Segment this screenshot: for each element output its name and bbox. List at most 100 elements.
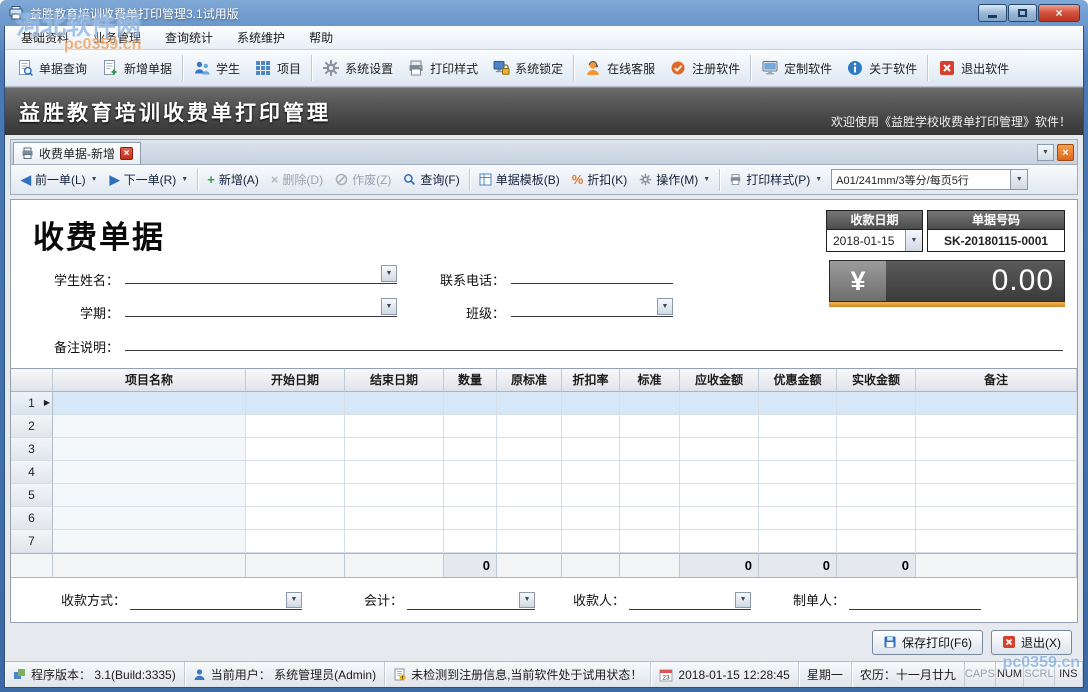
grid-cell[interactable] bbox=[562, 530, 620, 553]
delete-row-button[interactable]: × 删除(D) bbox=[265, 168, 329, 191]
class-input[interactable] bbox=[511, 297, 673, 315]
grid-cell[interactable] bbox=[497, 438, 562, 461]
grid-cell[interactable] bbox=[916, 530, 1077, 553]
pay-method-input[interactable] bbox=[130, 591, 302, 608]
toolbar-exit[interactable]: 退出软件 bbox=[931, 54, 1016, 82]
grid-cell[interactable] bbox=[916, 461, 1077, 484]
grid-cell[interactable] bbox=[759, 507, 837, 530]
grid-cell[interactable] bbox=[53, 461, 246, 484]
toolbar-students[interactable]: 学生 bbox=[186, 54, 247, 82]
grid-cell[interactable] bbox=[837, 392, 916, 415]
grid-cell[interactable] bbox=[246, 484, 345, 507]
grid-cell[interactable] bbox=[837, 461, 916, 484]
void-doc-button[interactable]: 作废(Z) bbox=[329, 168, 397, 191]
grid-cell[interactable] bbox=[497, 484, 562, 507]
grid-cell[interactable] bbox=[837, 415, 916, 438]
grid-cell[interactable] bbox=[345, 438, 444, 461]
add-row-button[interactable]: + 新增(A) bbox=[201, 168, 265, 191]
grid-cell[interactable] bbox=[497, 392, 562, 415]
grid-cell[interactable] bbox=[620, 415, 680, 438]
grid-cell[interactable] bbox=[680, 461, 759, 484]
grid-cell[interactable] bbox=[916, 415, 1077, 438]
grid-cell[interactable] bbox=[759, 392, 837, 415]
grid-cell[interactable] bbox=[53, 392, 246, 415]
row-number[interactable]: 4 bbox=[11, 461, 53, 484]
grid-cell[interactable] bbox=[444, 507, 497, 530]
grid-cell[interactable] bbox=[444, 530, 497, 553]
grid-cell[interactable] bbox=[680, 484, 759, 507]
chevron-down-icon[interactable]: ▼ bbox=[519, 592, 535, 608]
tab-list-dropdown[interactable]: ▼ bbox=[1037, 144, 1054, 161]
grid-cell[interactable] bbox=[837, 530, 916, 553]
grid-cell[interactable] bbox=[497, 461, 562, 484]
grid-cell[interactable] bbox=[759, 484, 837, 507]
grid-cell[interactable] bbox=[620, 484, 680, 507]
menu-query-stats[interactable]: 查询统计 bbox=[153, 27, 225, 49]
toolbar-custom[interactable]: 定制软件 bbox=[754, 54, 839, 82]
toolbar-projects[interactable]: 项目 bbox=[247, 54, 308, 82]
grid-cell[interactable] bbox=[562, 484, 620, 507]
accountant-input[interactable] bbox=[407, 591, 535, 608]
grid-cell[interactable] bbox=[680, 530, 759, 553]
row-number[interactable]: 3 bbox=[11, 438, 53, 461]
grid-cell[interactable] bbox=[497, 507, 562, 530]
toolbar-new-doc[interactable]: 新增单据 bbox=[94, 54, 179, 82]
grid-cell[interactable] bbox=[562, 438, 620, 461]
grid-cell[interactable] bbox=[53, 530, 246, 553]
grid-cell[interactable] bbox=[246, 530, 345, 553]
menu-business[interactable]: 业务管理 bbox=[81, 27, 153, 49]
grid-cell[interactable] bbox=[620, 461, 680, 484]
student-name-input[interactable] bbox=[125, 264, 397, 282]
grid-cell[interactable] bbox=[246, 415, 345, 438]
grid-cell[interactable] bbox=[497, 530, 562, 553]
exit-button[interactable]: 退出(X) bbox=[991, 630, 1072, 655]
chevron-down-icon[interactable]: ▼ bbox=[905, 230, 922, 251]
save-print-button[interactable]: 保存打印(F6) bbox=[872, 630, 983, 655]
toolbar-about[interactable]: 关于软件 bbox=[839, 54, 924, 82]
grid-cell[interactable] bbox=[837, 438, 916, 461]
grid-cell[interactable] bbox=[837, 484, 916, 507]
tab-fee-doc-new[interactable]: 收费单据-新增 × bbox=[13, 142, 141, 164]
grid-cell[interactable] bbox=[345, 461, 444, 484]
grid-cell[interactable] bbox=[246, 438, 345, 461]
print-style-select[interactable]: A01/241mm/3等分/每页5行 ▼ bbox=[831, 169, 1028, 190]
note-input[interactable] bbox=[125, 331, 1063, 349]
grid-cell[interactable] bbox=[345, 530, 444, 553]
grid-cell[interactable] bbox=[620, 530, 680, 553]
tab-close-icon[interactable]: × bbox=[120, 147, 133, 160]
grid-cell[interactable] bbox=[444, 438, 497, 461]
grid-cell[interactable] bbox=[759, 461, 837, 484]
operate-menu-button[interactable]: 操作(M) ▼ bbox=[633, 168, 716, 191]
chevron-down-icon[interactable]: ▼ bbox=[381, 298, 397, 315]
grid-cell[interactable] bbox=[444, 484, 497, 507]
menu-basic-data[interactable]: 基础资料 bbox=[9, 27, 81, 49]
grid-cell[interactable] bbox=[497, 415, 562, 438]
maximize-button[interactable] bbox=[1008, 4, 1037, 22]
payee-input[interactable] bbox=[629, 591, 751, 608]
toolbar-support[interactable]: 在线客服 bbox=[577, 54, 662, 82]
collect-date-select[interactable]: 2018-01-15 ▼ bbox=[826, 230, 923, 252]
grid-cell[interactable] bbox=[246, 461, 345, 484]
grid-cell[interactable] bbox=[837, 507, 916, 530]
grid-cell[interactable] bbox=[916, 392, 1077, 415]
grid-cell[interactable] bbox=[345, 392, 444, 415]
grid-cell[interactable] bbox=[916, 507, 1077, 530]
toolbar-register[interactable]: 注册软件 bbox=[662, 54, 747, 82]
close-button[interactable]: × bbox=[1038, 4, 1080, 22]
grid-cell[interactable] bbox=[345, 415, 444, 438]
grid-cell[interactable] bbox=[620, 507, 680, 530]
chevron-down-icon[interactable]: ▼ bbox=[657, 298, 673, 315]
discount-button[interactable]: % 折扣(K) bbox=[566, 168, 634, 191]
menu-help[interactable]: 帮助 bbox=[297, 27, 345, 49]
grid-cell[interactable] bbox=[53, 484, 246, 507]
row-number[interactable]: 1▶ bbox=[11, 392, 53, 415]
prev-doc-button[interactable]: ◀ 前一单(L) ▼ bbox=[15, 168, 104, 191]
grid-cell[interactable] bbox=[562, 392, 620, 415]
grid-cell[interactable] bbox=[53, 438, 246, 461]
grid-cell[interactable] bbox=[759, 415, 837, 438]
grid-cell[interactable] bbox=[680, 438, 759, 461]
grid-cell[interactable] bbox=[246, 507, 345, 530]
toolbar-lock[interactable]: 系统锁定 bbox=[485, 54, 570, 82]
grid-cell[interactable] bbox=[680, 507, 759, 530]
print-style-menu-button[interactable]: 打印样式(P) ▼ bbox=[723, 168, 828, 191]
